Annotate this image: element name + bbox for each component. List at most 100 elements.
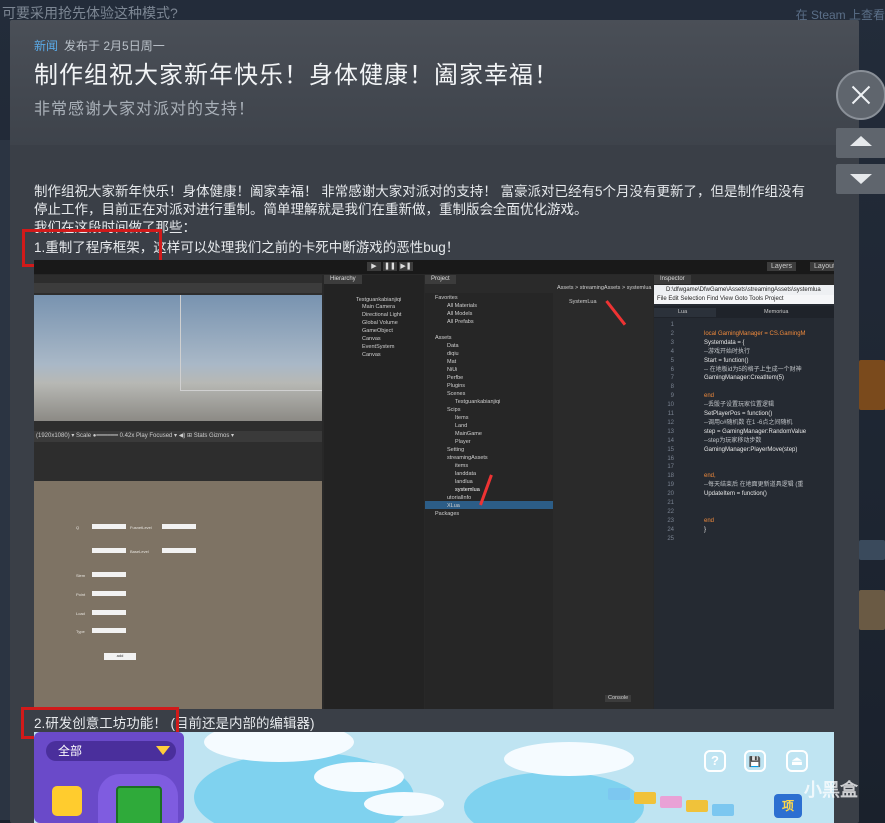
post-date: 发布于 2月5日周一 [64,39,165,53]
code-line: --游戏开始时执行 [704,348,750,355]
line-number: 17 [667,464,674,471]
game-label: FusnetLevel [130,525,152,530]
code-line: end, [704,473,716,480]
backdrop-thumbnail[interactable] [859,360,885,410]
inspector-tab: Inspector [654,275,691,284]
paragraph-line: 制作组祝大家新年快乐！身体健康！阖家幸福！ 非常感谢大家对派对的支持！ 富豪派对… [34,184,806,199]
line-number: 6 [670,366,674,373]
line-number: 12 [667,419,674,426]
line-number: 8 [670,384,674,391]
previous-button[interactable] [836,128,885,158]
catalog-panel: 全部 [34,732,184,823]
asset-item: Items [455,415,469,421]
line-number: 1 [670,322,674,328]
board-tile [634,792,656,804]
line-number: 18 [667,473,674,480]
line-number: 16 [667,455,674,462]
game-input [92,628,126,633]
line-number: 15 [667,446,674,453]
green-block-icon [116,786,162,823]
code-line: SetPlayerPos = function() [704,411,773,417]
editor-toolbar: ▶ ❚❚ ▶❚ Layers Layout [34,260,834,274]
paragraph-line: 停止工作，目前正在对派对进行重制。简单理解就是我们在重新做，重制版会全面优化游戏… [34,202,588,217]
selected-folder [425,501,553,509]
favorite-item: All Materials [447,303,477,309]
asset-item: streamingAssets [447,455,488,461]
post-meta: 新闻 发布于 2月5日周一 [34,37,165,54]
save-glyph: 💾 [748,757,762,768]
editor-screenshot: ▶ ❚❚ ▶❚ Layers Layout (1920x1080) ▾ Scal… [34,260,834,709]
backdrop-thumbnail[interactable] [859,540,885,560]
line-number: 3 [670,339,674,346]
code-tab: Lua [654,308,716,317]
exit-icon[interactable]: ⏏ [786,750,808,772]
project-files: Assets > streamingAssets > systemlua Sys… [555,285,653,709]
line-number: 22 [667,508,674,515]
code-line: Systemdata = { [704,339,745,346]
game-add-button: add [104,653,136,660]
game-label: Q [76,525,80,530]
code-body: 1 2 local GamingManager = CS.GamingM 3 Syste… [654,321,834,709]
game-input [162,548,196,553]
hierarchy-item: Canvas [362,336,381,342]
line-number: 9 [670,393,674,400]
game-label: BaseLevel [130,549,149,554]
asset-item: Player [455,439,471,445]
code-editor: D:\dfwgame\DfwGame\Assets\streamingAsset… [654,285,834,709]
console-tab: Console [605,695,632,702]
list-item-2-note: (目前还是内部的编辑器) [170,716,315,731]
news-modal: 新闻 发布于 2月5日周一 制作组祝大家新年快乐！身体健康！阖家幸福！ 非常感谢大… [10,20,859,823]
asset-item: Setting [447,447,465,453]
game-label: Type [76,629,85,634]
play-icon: ▶ [367,262,381,271]
board-tile [686,800,708,812]
asset-item: diqiu [447,351,459,357]
asset-item: Packages [435,511,460,517]
pause-icon: ❚❚ [383,262,397,271]
code-line: end [704,517,715,524]
line-number: 20 [667,491,674,498]
chip-icon[interactable] [52,786,82,816]
favorite-item: All Prefabs [447,319,474,325]
backdrop-thumbnail[interactable] [859,590,885,630]
assets-label: Assets [435,335,452,341]
code-editor-title: D:\dfwgame\DfwGame\Assets\streamingAsset… [654,285,834,295]
line-number: 13 [667,428,674,435]
board-tile [608,788,630,800]
code-line: Start = function() [704,357,749,364]
code-line: -- 在地板id为5的格子上生成一个财神 [704,366,802,373]
hierarchy-tab: Hierarchy [324,275,362,284]
news-tag[interactable]: 新闻 [34,39,58,53]
step-icon: ▶❚ [399,262,413,271]
favorites-label: Favorites [435,295,458,301]
asset-item: Testguankabianjiqi [455,399,501,405]
game-input [92,591,126,596]
hierarchy-item: Global Volume [362,320,398,326]
game-input [92,524,126,529]
code-line: GamingManager:PlayerMove(step) [704,446,798,453]
code-line: local GamingManager = CS.GamingM [704,330,806,337]
game-toolbar: (1920x1080) ▾ Scale ●━━━━━━ 0.42x Play F… [34,431,322,442]
save-icon[interactable]: 💾 [744,750,766,772]
close-button[interactable] [836,70,885,120]
snow-island [314,762,404,792]
asset-item: Mat [447,359,457,365]
code-editor-tabs: Lua Memoriua [654,306,834,318]
asset-item: Land [455,423,468,429]
game-input [162,524,196,529]
game-input [92,610,126,615]
help-icon[interactable]: ? [704,750,726,772]
next-button[interactable] [836,164,885,194]
category-dropdown[interactable]: 全部 [46,741,176,761]
project-tree: Favorites All Materials All Models All P… [425,293,553,709]
code-editor-menu: File Edit Selection Find View Goto Tools… [654,295,834,304]
watermark: 小黑盒 [804,780,858,800]
asset-item: items [455,463,469,469]
hierarchy-panel: Hierarchy Testguankabianjiqi Main Camera… [324,275,424,709]
canvas-frame [180,295,322,391]
line-number: 14 [667,437,674,444]
game-label: Load [76,611,85,616]
game-input [92,548,126,553]
badge-icon: 项 [774,794,802,818]
line-number: 11 [667,411,674,417]
